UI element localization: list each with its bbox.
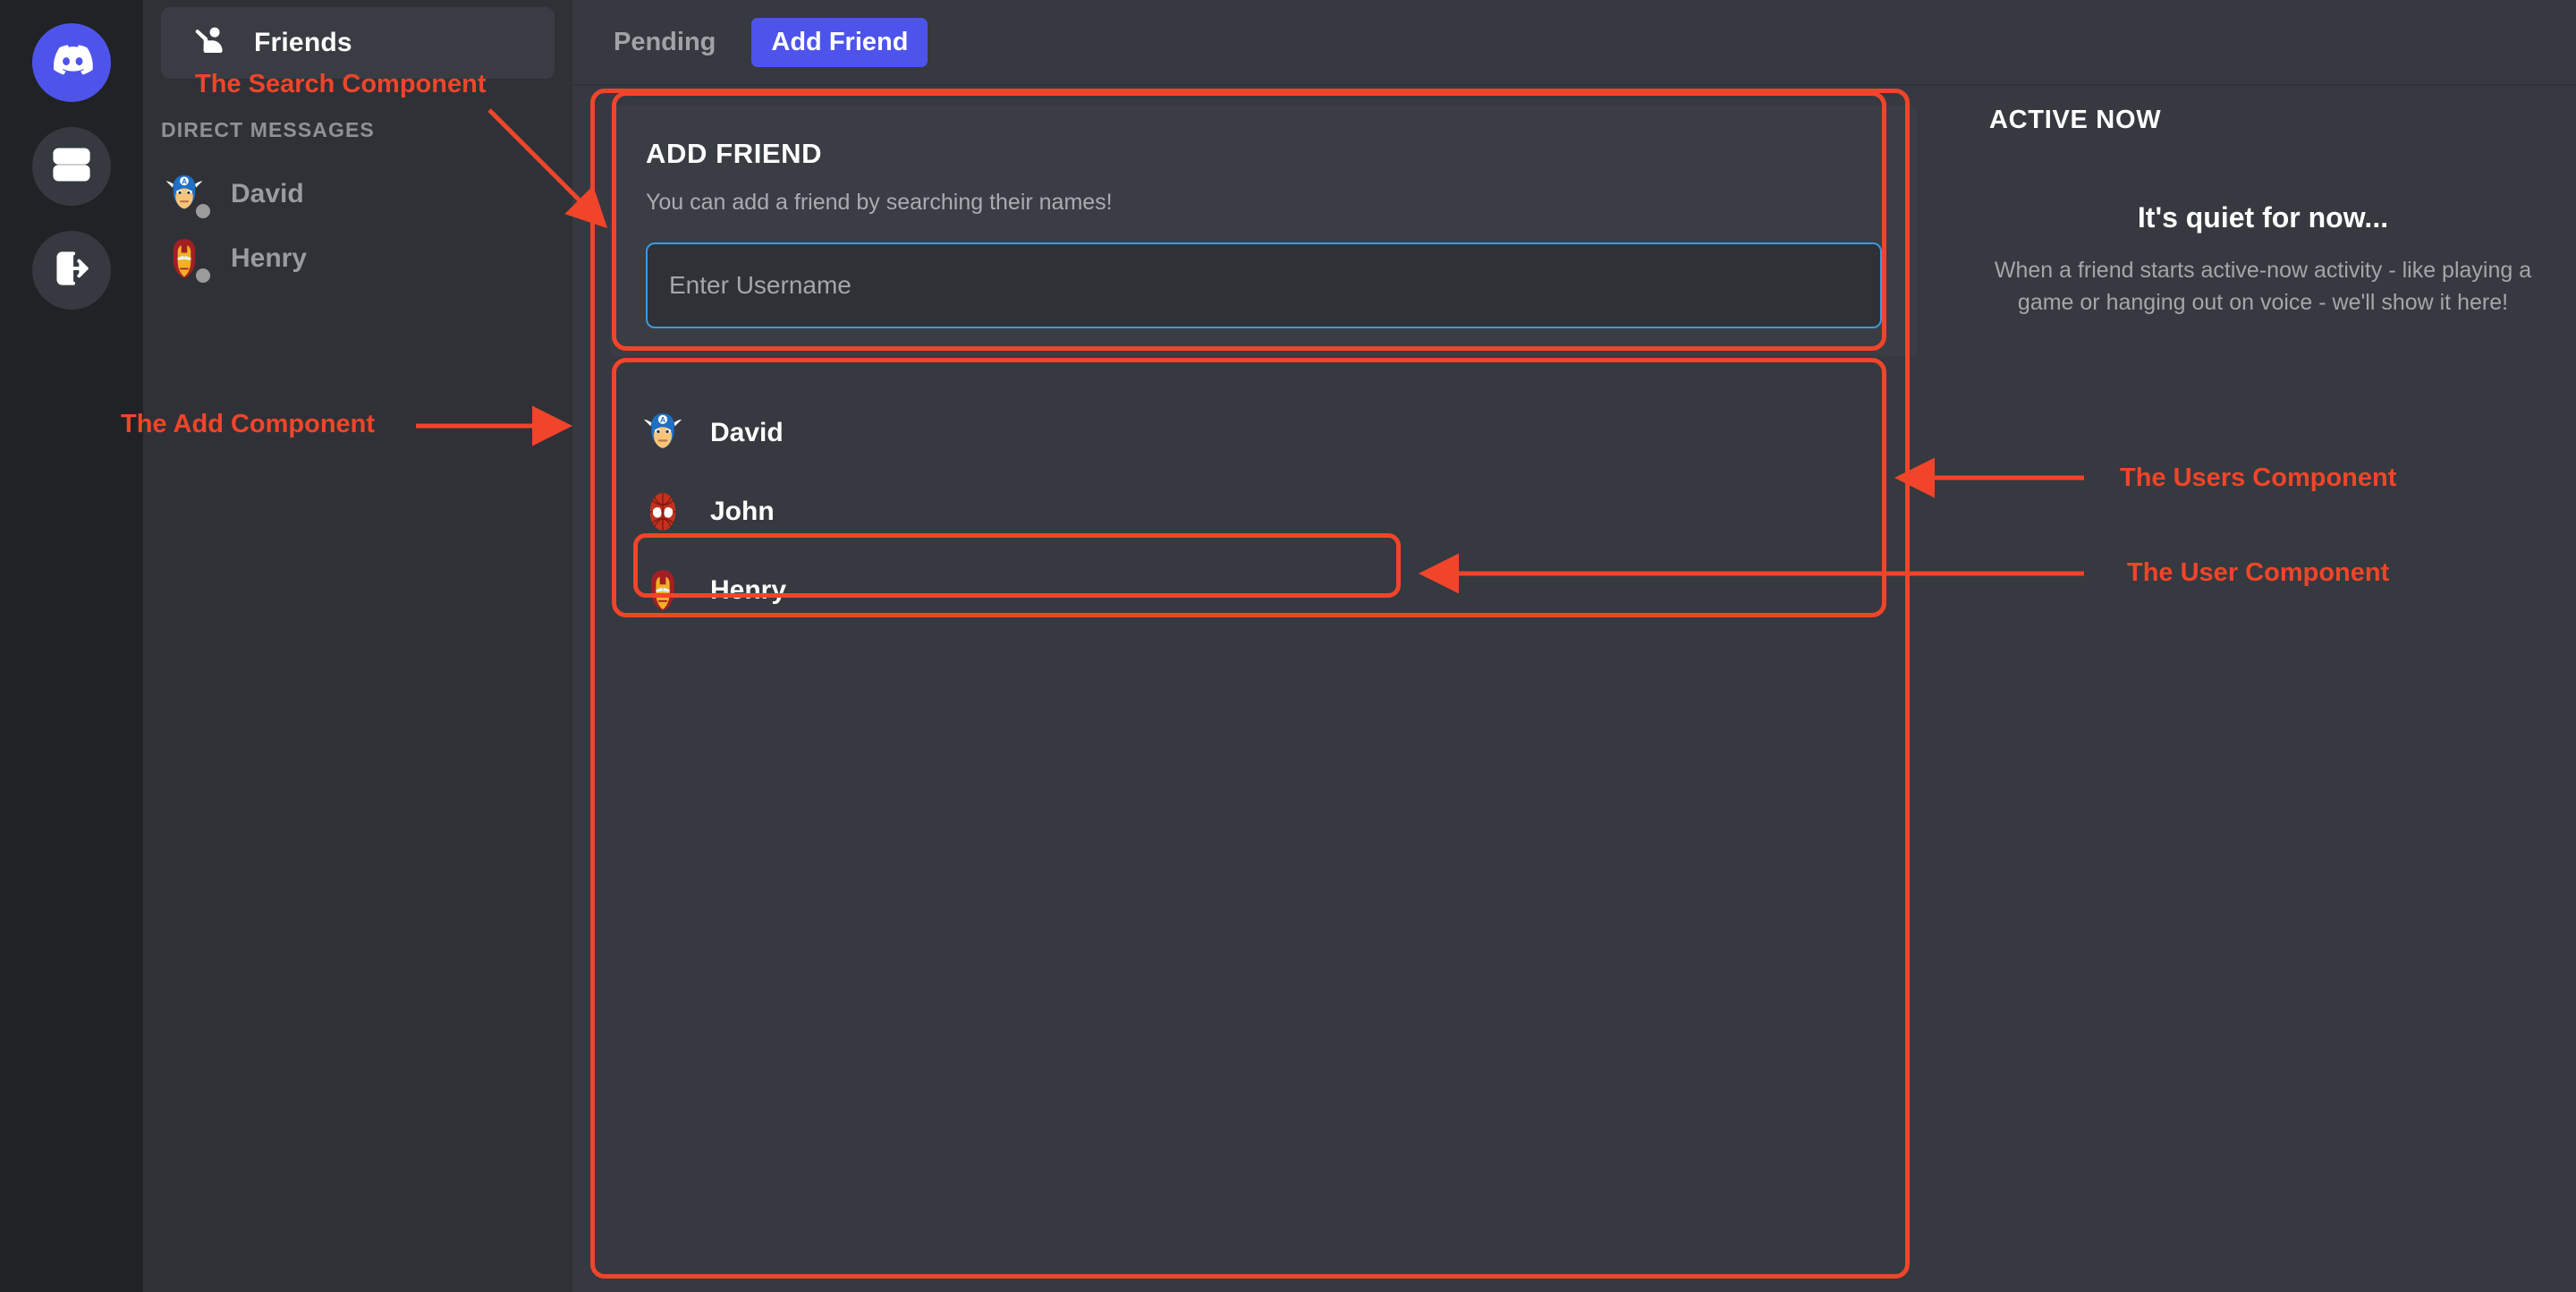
add-friend-button[interactable]: Add Friend bbox=[751, 17, 928, 67]
spider-man-avatar bbox=[639, 488, 687, 536]
user-name: Henry bbox=[710, 575, 787, 605]
users-list: A David John Henry bbox=[610, 381, 1918, 632]
guild-rail bbox=[0, 0, 143, 1292]
rail-item-servers[interactable] bbox=[32, 127, 111, 206]
sidebar-item-friends-label: Friends bbox=[254, 28, 352, 57]
tab-pending[interactable]: Pending bbox=[614, 28, 716, 57]
iron-man-avatar bbox=[639, 566, 687, 615]
dm-list: A David Henry bbox=[156, 162, 560, 291]
content-area: ADD FRIEND You can add a friend by searc… bbox=[572, 86, 2576, 1292]
top-toolbar: Pending Add Friend bbox=[572, 0, 2576, 86]
app-root: Friends DIRECT MESSAGES A David Henry Pe… bbox=[0, 0, 2576, 1292]
dm-section-heading: DIRECT MESSAGES bbox=[161, 118, 375, 141]
status-badge bbox=[193, 266, 213, 285]
user-name: John bbox=[710, 497, 775, 526]
avatar bbox=[161, 235, 213, 285]
dm-sidebar: Friends DIRECT MESSAGES A David Henry bbox=[143, 0, 572, 1292]
rail-item-logout[interactable] bbox=[32, 231, 111, 310]
main-panel: Pending Add Friend ADD FRIEND You can ad… bbox=[572, 0, 2576, 1292]
active-now-title: ACTIVE NOW bbox=[1989, 106, 2162, 134]
dm-item-david[interactable]: A David bbox=[156, 162, 560, 226]
dm-item-henry[interactable]: Henry bbox=[156, 226, 560, 291]
add-friend-card: ADD FRIEND You can add a friend by searc… bbox=[610, 106, 1918, 356]
active-now-empty-body: When a friend starts active-now activity… bbox=[1994, 258, 2532, 316]
active-now-panel: ACTIVE NOW It's quiet for now... When a … bbox=[1950, 86, 2576, 1292]
captain-america-avatar: A bbox=[639, 409, 687, 457]
username-input[interactable] bbox=[646, 242, 1882, 328]
user-row[interactable]: A David bbox=[610, 394, 1918, 472]
user-row[interactable]: John bbox=[610, 472, 1918, 551]
sidebar-item-friends[interactable]: Friends bbox=[161, 7, 555, 79]
status-badge bbox=[193, 201, 213, 221]
server-icon bbox=[49, 142, 94, 191]
svg-text:A: A bbox=[182, 178, 187, 186]
logout-icon bbox=[49, 246, 94, 295]
user-name: David bbox=[710, 418, 784, 447]
add-friend-title: ADD FRIEND bbox=[646, 138, 823, 169]
rail-item-discord-home[interactable] bbox=[32, 23, 111, 102]
svg-text:A: A bbox=[660, 415, 665, 424]
dm-item-label: Henry bbox=[231, 243, 308, 273]
discord-logo-icon bbox=[47, 37, 96, 89]
friends-center-column: ADD FRIEND You can add a friend by searc… bbox=[572, 86, 1950, 1292]
dm-item-label: David bbox=[231, 179, 304, 208]
active-now-empty-heading: It's quiet for now... bbox=[2137, 201, 2389, 234]
add-friend-subtitle: You can add a friend by searching their … bbox=[646, 190, 1113, 215]
user-row[interactable]: Henry bbox=[610, 551, 1918, 630]
person-wave-icon bbox=[191, 21, 231, 65]
avatar: A bbox=[161, 171, 213, 221]
